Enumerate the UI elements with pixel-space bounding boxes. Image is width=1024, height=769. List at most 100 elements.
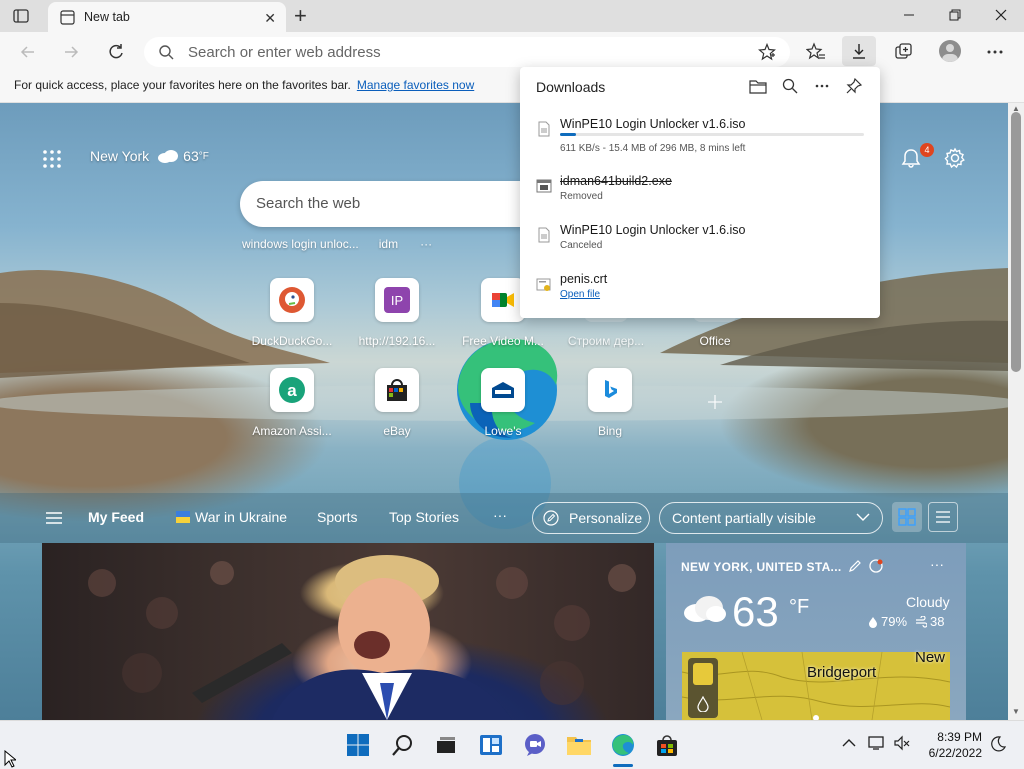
address-bar[interactable]: Search or enter web address <box>144 37 790 67</box>
more-menu-icon[interactable] <box>985 42 1005 62</box>
tab-new-tab[interactable]: New tab ✕ <box>48 2 286 32</box>
store-icon[interactable] <box>653 731 681 759</box>
quick-link-tile[interactable]: IP http://192.16... <box>347 278 447 348</box>
tab-close-button[interactable]: ✕ <box>264 10 276 27</box>
cloud-icon <box>682 593 728 623</box>
quick-link-tile[interactable]: Lowe's <box>453 368 553 438</box>
map-legend <box>688 658 718 718</box>
download-item[interactable]: WinPE10 Login Unlocker v1.6.iso Canceled <box>520 221 880 269</box>
add-shortcut-icon[interactable] <box>706 393 724 411</box>
content-visibility-dropdown[interactable]: Content partially visible <box>659 502 883 534</box>
collections-icon[interactable] <box>894 42 914 62</box>
task-view-icon[interactable] <box>432 731 460 759</box>
notifications-moon-icon[interactable] <box>990 736 1006 752</box>
taskbar: 8:39 PM 6/22/2022 <box>0 720 1024 769</box>
humidity-value: 79% <box>881 614 908 629</box>
chevron-down-icon <box>856 512 870 522</box>
weather-summary[interactable]: New York 63 °F <box>90 148 209 164</box>
page-settings-icon[interactable] <box>944 147 966 169</box>
quick-link-label: DuckDuckGo... <box>251 334 333 348</box>
scroll-down-icon[interactable]: ▼ <box>1012 707 1020 716</box>
volume-muted-icon[interactable] <box>893 735 911 751</box>
more-recent-searches-icon[interactable]: ··· <box>420 237 432 251</box>
weather-alert-icon[interactable] <box>868 558 884 574</box>
search-icon[interactable] <box>389 731 417 759</box>
droplet-icon <box>868 616 878 628</box>
weather-card-more-icon[interactable]: ··· <box>930 556 944 572</box>
download-progress-fill <box>560 133 576 136</box>
grid-layout-icon[interactable] <box>892 502 922 532</box>
weather-map[interactable]: Bridgeport New <box>682 649 950 720</box>
app-launcher-icon[interactable] <box>42 149 62 169</box>
svg-text:IP: IP <box>391 293 403 308</box>
forward-icon[interactable] <box>61 42 81 62</box>
download-status: Canceled <box>560 240 603 251</box>
quick-link-tile[interactable]: DuckDuckGo... <box>242 278 342 348</box>
profile-avatar[interactable] <box>939 40 961 62</box>
edit-location-icon[interactable] <box>848 559 862 573</box>
scrollbar-thumb[interactable] <box>1011 112 1021 372</box>
refresh-icon[interactable] <box>106 42 126 62</box>
system-clock[interactable]: 8:39 PM 6/22/2022 <box>920 729 982 761</box>
feed-more-button[interactable]: ··· <box>493 507 507 523</box>
weather-temp: 63 <box>183 148 199 164</box>
file-icon <box>538 121 550 137</box>
downloads-button[interactable] <box>842 36 876 66</box>
new-tab-button[interactable]: + <box>294 3 307 29</box>
web-search-box[interactable]: Search the web <box>240 181 540 227</box>
minimize-button[interactable] <box>886 0 932 30</box>
map-state-label: New <box>915 649 946 666</box>
tab-actions-icon[interactable] <box>12 7 30 25</box>
download-item[interactable]: WinPE10 Login Unlocker v1.6.iso 611 KB/s… <box>520 115 880 163</box>
open-folder-icon[interactable] <box>749 78 767 94</box>
edge-icon[interactable] <box>609 731 637 759</box>
notifications-bell-icon[interactable] <box>900 147 922 169</box>
droplet-icon <box>697 696 709 712</box>
edge-active-indicator <box>613 764 633 767</box>
back-icon[interactable] <box>18 42 38 62</box>
start-icon[interactable] <box>344 731 372 759</box>
feed-tab-top-stories[interactable]: Top Stories <box>389 509 459 525</box>
open-file-link[interactable]: Open file <box>560 289 600 300</box>
favorites-icon[interactable] <box>806 42 826 62</box>
mouse-cursor <box>4 750 16 768</box>
download-status: Removed <box>560 191 603 202</box>
file-explorer-icon[interactable] <box>565 731 593 759</box>
web-search-placeholder: Search the web <box>256 195 361 212</box>
chat-icon[interactable] <box>521 731 549 759</box>
quick-link-label: Bing <box>597 424 623 438</box>
scroll-up-icon[interactable]: ▲ <box>1012 104 1020 113</box>
quick-link-tile[interactable]: Bing <box>560 368 660 438</box>
news-card-image[interactable] <box>42 543 654 720</box>
recent-search-item[interactable]: windows login unloc... <box>242 237 359 251</box>
feed-tab-sports[interactable]: Sports <box>317 509 357 525</box>
hamburger-menu-icon[interactable] <box>46 512 62 524</box>
download-item[interactable]: penis.crt Open file <box>520 270 880 318</box>
download-item[interactable]: idman641build2.exe Removed <box>520 172 880 220</box>
weather-card-unit: °F <box>789 596 810 618</box>
cloud-icon <box>157 149 179 163</box>
quick-link-tile[interactable]: a Amazon Assi... <box>242 368 342 438</box>
restore-button[interactable] <box>932 0 978 30</box>
downloads-panel: Downloads WinPE10 Login Unlocker v1.6.is… <box>520 67 880 318</box>
weather-card-temp: 63 <box>732 588 779 635</box>
feed-tab-war-in-ukraine[interactable]: War in Ukraine <box>195 509 287 525</box>
search-downloads-icon[interactable] <box>782 78 798 94</box>
ebay-icon <box>375 368 419 412</box>
quick-link-tile[interactable]: eBay <box>347 368 447 438</box>
pin-icon[interactable] <box>846 78 862 94</box>
clock-date: 6/22/2022 <box>928 746 982 760</box>
feed-tab-my-feed[interactable]: My Feed <box>88 509 144 525</box>
recent-search-item[interactable]: idm <box>379 237 398 251</box>
personalize-button[interactable]: Personalize <box>532 502 650 534</box>
exe-icon <box>536 179 552 193</box>
add-favorite-icon[interactable] <box>758 43 776 61</box>
chevron-up-icon[interactable] <box>842 738 856 748</box>
downloads-more-icon[interactable] <box>814 78 830 94</box>
widgets-icon[interactable] <box>477 731 505 759</box>
manage-favorites-link[interactable]: Manage favorites now <box>357 78 474 92</box>
network-icon[interactable] <box>868 735 886 751</box>
list-layout-icon[interactable] <box>928 502 958 532</box>
close-window-button[interactable] <box>978 0 1024 30</box>
weather-condition: Cloudy <box>906 594 950 610</box>
